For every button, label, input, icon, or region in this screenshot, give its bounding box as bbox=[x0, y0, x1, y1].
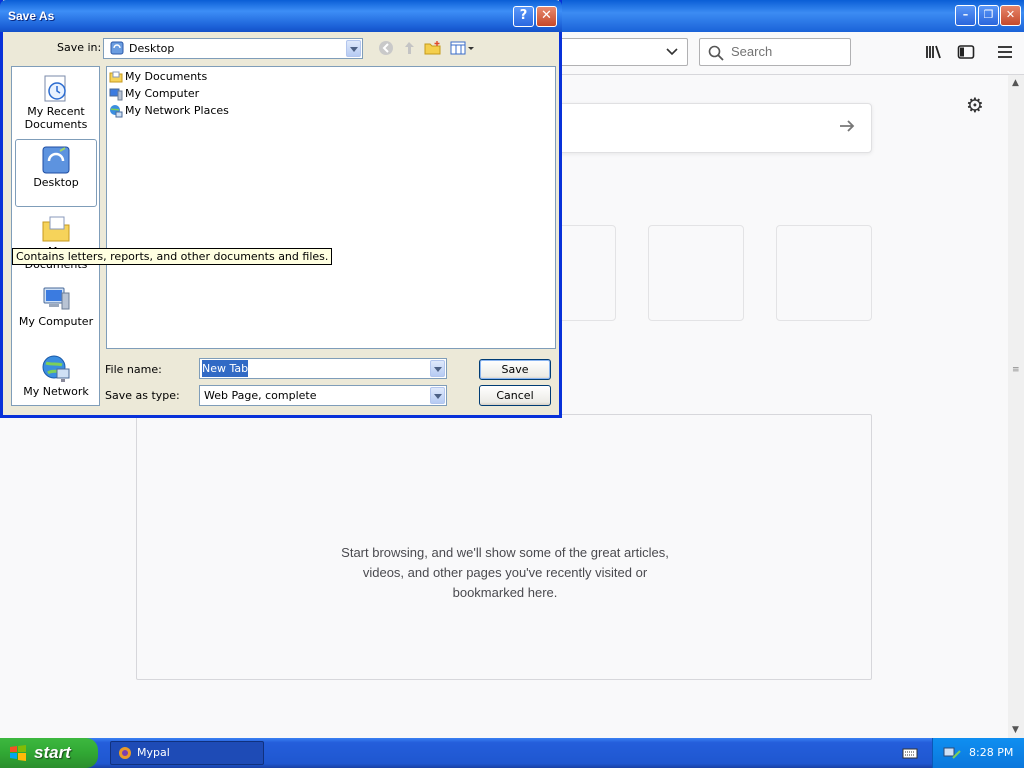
my-documents-icon bbox=[42, 216, 70, 242]
restore-button[interactable]: ❐ bbox=[978, 5, 999, 26]
dialog-titlebar[interactable]: Save As ? ✕ bbox=[0, 0, 562, 32]
save-in-label: Save in: bbox=[57, 41, 102, 54]
list-item[interactable]: My Network Places bbox=[109, 103, 229, 119]
highlights-empty-message: Start browsing, and we'll show some of t… bbox=[341, 545, 669, 600]
help-button[interactable]: ? bbox=[513, 6, 534, 27]
file-list[interactable]: My Documents My Computer My Network Plac… bbox=[106, 66, 556, 349]
place-my-network[interactable]: My Network bbox=[15, 349, 97, 417]
save-button[interactable]: Save bbox=[479, 359, 551, 380]
scroll-thumb-grip-icon[interactable]: ≡ bbox=[1012, 365, 1020, 375]
place-recent-documents[interactable]: My Recent Documents bbox=[15, 69, 97, 137]
system-tray: 8:28 PM bbox=[932, 738, 1024, 768]
place-label: My Recent Documents bbox=[24, 105, 88, 131]
chevron-down-icon[interactable] bbox=[430, 360, 445, 377]
file-name: My Network Places bbox=[125, 104, 229, 117]
file-name-label: File name: bbox=[105, 363, 162, 376]
desktop-icon bbox=[42, 146, 70, 174]
save-as-dialog: Save As ? ✕ Save in: Desktop My Recent D… bbox=[0, 0, 562, 418]
dialog-close-button[interactable]: ✕ bbox=[536, 6, 557, 27]
place-desktop[interactable]: Desktop bbox=[15, 139, 97, 207]
task-label: Mypal bbox=[137, 746, 170, 759]
desktop-small-icon bbox=[110, 41, 124, 61]
recent-documents-icon bbox=[44, 75, 66, 102]
place-my-computer[interactable]: My Computer bbox=[15, 279, 97, 347]
save-in-value: Desktop bbox=[129, 42, 175, 55]
list-item[interactable]: My Computer bbox=[109, 86, 199, 102]
my-network-icon bbox=[42, 355, 70, 382]
back-icon[interactable] bbox=[378, 40, 396, 56]
mypal-app-icon bbox=[119, 747, 131, 759]
gear-icon[interactable]: ⚙ bbox=[966, 93, 984, 117]
page-search-box[interactable] bbox=[550, 103, 872, 153]
computer-icon bbox=[109, 88, 123, 101]
chevron-down-icon[interactable] bbox=[665, 44, 679, 62]
keyboard-icon[interactable] bbox=[902, 746, 918, 763]
search-placeholder: Search bbox=[731, 44, 773, 59]
dialog-title: Save As bbox=[8, 9, 55, 23]
up-folder-icon[interactable] bbox=[401, 40, 419, 56]
save-type-label: Save as type: bbox=[105, 389, 180, 402]
windows-logo-icon bbox=[10, 745, 26, 761]
top-site-tile[interactable] bbox=[648, 225, 744, 321]
scroll-up-icon[interactable]: ▲ bbox=[1012, 78, 1019, 88]
place-label: My Computer bbox=[18, 315, 94, 328]
place-label: Desktop bbox=[33, 176, 79, 189]
highlights-section: Start browsing, and we'll show some of t… bbox=[136, 414, 872, 680]
top-site-tile[interactable] bbox=[776, 225, 872, 321]
list-item[interactable]: My Documents bbox=[109, 69, 207, 85]
start-button[interactable]: start bbox=[0, 738, 98, 768]
search-input[interactable]: Search bbox=[699, 38, 851, 66]
new-folder-icon[interactable] bbox=[424, 40, 442, 56]
network-places-icon bbox=[110, 105, 123, 118]
start-label: start bbox=[34, 743, 71, 762]
url-bar[interactable] bbox=[540, 38, 688, 66]
file-name: My Documents bbox=[125, 70, 208, 83]
folder-icon bbox=[109, 71, 123, 83]
scroll-down-icon[interactable]: ▼ bbox=[1012, 725, 1019, 735]
file-name: My Computer bbox=[125, 87, 200, 100]
place-label: My Network bbox=[23, 385, 89, 398]
my-computer-icon bbox=[43, 287, 70, 310]
menu-icon[interactable] bbox=[996, 43, 1014, 61]
cancel-button[interactable]: Cancel bbox=[479, 385, 551, 406]
file-name-value: New Tab bbox=[202, 360, 249, 377]
places-bar: My Recent Documents Desktop My Documents… bbox=[11, 66, 100, 406]
chevron-down-icon[interactable] bbox=[346, 40, 361, 57]
file-name-field[interactable]: New Tab bbox=[199, 358, 447, 379]
views-menu-icon[interactable] bbox=[450, 40, 476, 56]
chevron-down-icon[interactable] bbox=[430, 387, 445, 404]
taskbar-item-mypal[interactable]: Mypal bbox=[110, 741, 264, 765]
save-in-select[interactable]: Desktop bbox=[103, 38, 363, 59]
library-icon[interactable] bbox=[925, 43, 943, 61]
place-my-documents[interactable]: My Documents bbox=[15, 209, 97, 277]
clock: 8:28 PM bbox=[969, 746, 1014, 759]
save-type-select[interactable]: Web Page, complete bbox=[199, 385, 447, 406]
save-type-value: Web Page, complete bbox=[204, 389, 317, 402]
minimize-button[interactable]: – bbox=[955, 5, 976, 26]
sidebar-icon[interactable] bbox=[957, 43, 975, 61]
vertical-scrollbar[interactable]: ▲ ≡ ▼ bbox=[1008, 75, 1024, 738]
arrow-right-icon[interactable] bbox=[837, 116, 857, 141]
close-button[interactable]: ✕ bbox=[1000, 5, 1021, 26]
tooltip: Contains letters, reports, and other doc… bbox=[12, 248, 333, 265]
taskbar: start Mypal 8:28 PM bbox=[0, 738, 1024, 768]
search-icon bbox=[708, 44, 724, 70]
network-tray-icon[interactable] bbox=[943, 745, 961, 764]
